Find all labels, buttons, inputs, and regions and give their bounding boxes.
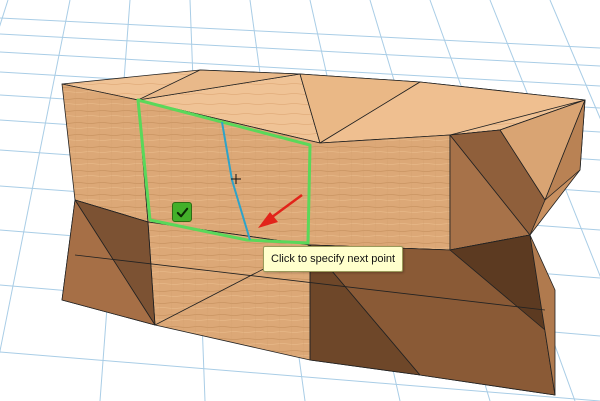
instruction-tooltip: Click to specify next point: [263, 246, 404, 272]
confirm-checkmark-button[interactable]: [172, 202, 192, 222]
3d-viewport[interactable]: [0, 0, 600, 401]
checkmark-icon: [176, 207, 188, 217]
